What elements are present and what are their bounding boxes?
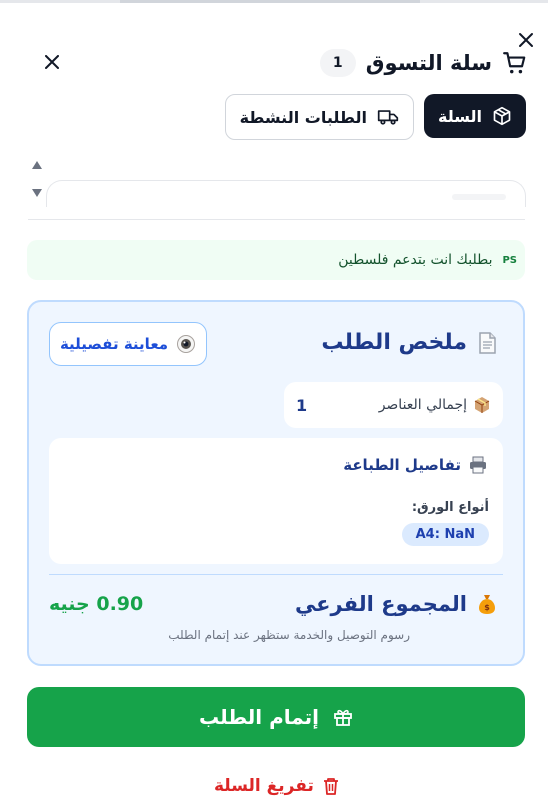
- eye-icon: [177, 335, 196, 353]
- tab-cart-label: السلة: [437, 106, 482, 126]
- order-summary-card: ملخص الطلب معاينة تفصيلية إجمالي العناصر…: [27, 300, 525, 666]
- preview-button-label: معاينة تفصيلية: [59, 335, 169, 353]
- summary-divider: [49, 574, 503, 575]
- document-icon: [479, 331, 496, 354]
- section-divider: [28, 219, 525, 220]
- flag-icon: PS: [502, 254, 517, 266]
- paper-type-chip: A4: NaN: [401, 523, 489, 546]
- cart-tabs: السلة الطلبات النشطة: [224, 94, 526, 140]
- truck-icon: [377, 110, 399, 125]
- top-divider-shade: [120, 0, 420, 3]
- paper-types-label: أنواع الورق:: [411, 500, 489, 515]
- detailed-preview-button[interactable]: معاينة تفصيلية: [49, 322, 207, 366]
- total-items-label: إجمالي العناصر: [378, 397, 467, 413]
- checkout-button[interactable]: إتمام الطلب: [27, 687, 525, 747]
- checkout-button-label: إتمام الطلب: [198, 705, 320, 729]
- cart-header: سلة التسوق 1: [319, 45, 528, 81]
- total-items-row: إجمالي العناصر 1: [284, 382, 503, 428]
- subtotal-value: 0.90 جنيه: [49, 593, 144, 615]
- tab-cart[interactable]: السلة: [423, 94, 526, 138]
- package-icon: [493, 106, 511, 126]
- palestine-support-banner: PS بطلبك انت بتدعم فلسطين: [27, 240, 525, 280]
- print-details-title: تفاصيل الطباعة: [343, 456, 461, 474]
- summary-header: ملخص الطلب: [321, 330, 497, 355]
- cart-count-badge: 1: [319, 49, 356, 77]
- shopping-cart-icon: [503, 52, 526, 74]
- scroll-down-icon[interactable]: [31, 188, 43, 198]
- banner-text: بطلبك انت بتدعم فلسطين: [338, 252, 493, 268]
- subtotal-label: المجموع الفرعي: [294, 592, 467, 616]
- page-title: سلة التسوق: [365, 51, 492, 75]
- gift-icon: [334, 709, 352, 726]
- clear-cart-label: تفريغ السلة: [214, 776, 314, 796]
- subtotal-label-group: $ المجموع الفرعي: [295, 592, 497, 616]
- list-scrollbar[interactable]: [30, 160, 44, 198]
- cart-item-chip: [452, 194, 506, 200]
- tab-active-orders[interactable]: الطلبات النشطة: [224, 94, 414, 140]
- scroll-up-icon[interactable]: [31, 160, 43, 170]
- summary-title: ملخص الطلب: [321, 330, 467, 355]
- total-items-value: 1: [296, 395, 308, 415]
- clear-cart-button[interactable]: تفريغ السلة: [214, 774, 340, 798]
- print-details-header: تفاصيل الطباعة: [343, 456, 487, 474]
- tab-active-orders-label: الطلبات النشطة: [239, 107, 367, 127]
- total-items-label-group: إجمالي العناصر: [379, 396, 491, 414]
- svg-text:$: $: [484, 603, 490, 612]
- box-icon: [474, 397, 490, 413]
- money-bag-icon: $: [479, 595, 495, 614]
- trash-icon: [323, 778, 338, 795]
- fees-note: رسوم التوصيل والخدمة ستظهر عند إتمام الط…: [168, 628, 410, 642]
- close-icon: [45, 55, 59, 69]
- printer-icon: [470, 456, 486, 474]
- print-details-card: تفاصيل الطباعة أنواع الورق: A4: NaN: [49, 438, 503, 564]
- cart-close-button[interactable]: [40, 50, 64, 74]
